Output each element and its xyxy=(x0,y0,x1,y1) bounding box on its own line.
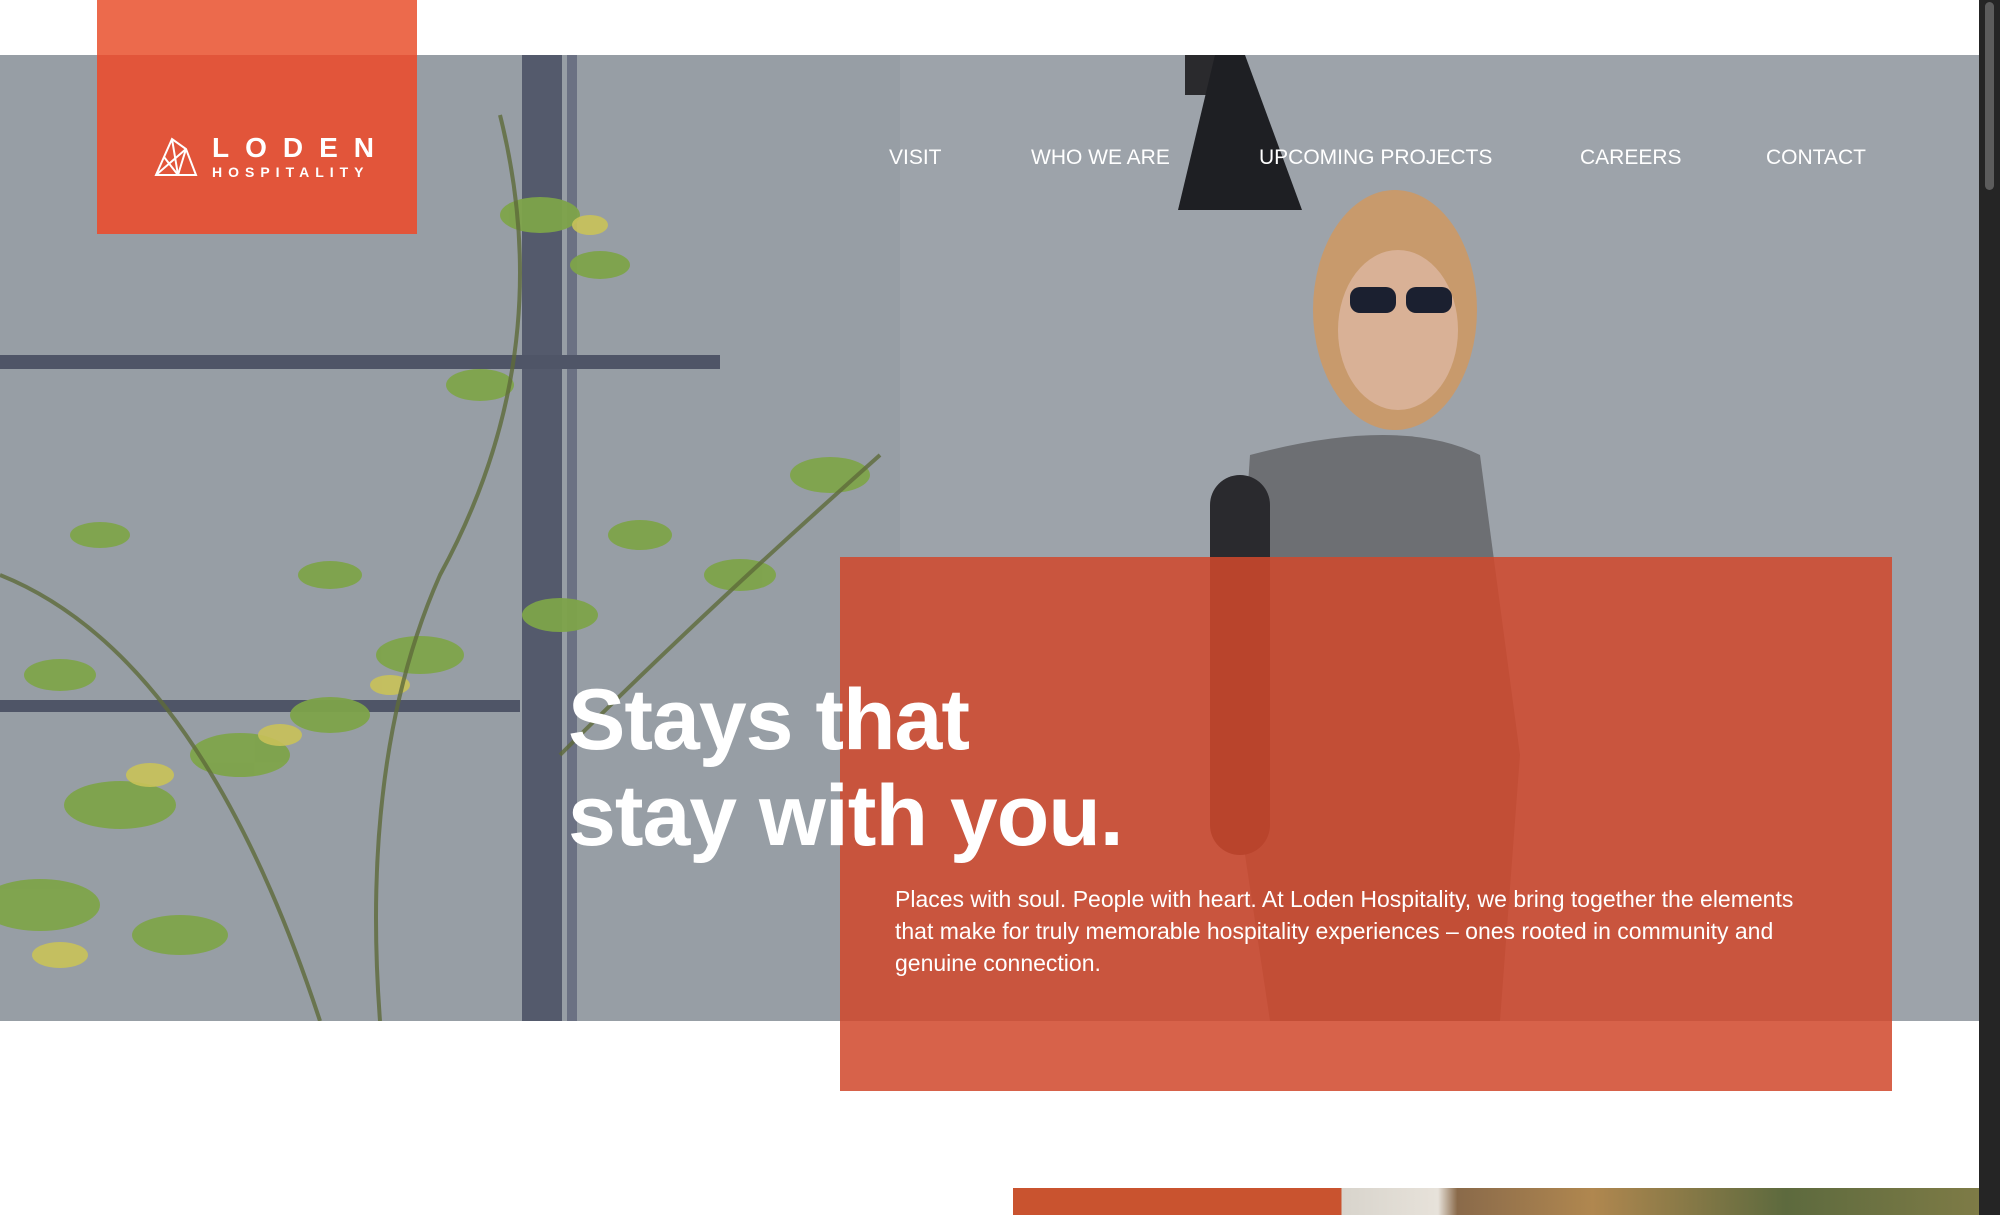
next-section-image xyxy=(1013,1188,1979,1215)
hero-body-text: Places with soul. People with heart. At … xyxy=(895,886,1794,976)
brand-name: LODEN xyxy=(212,132,390,163)
scrollbar[interactable] xyxy=(1979,0,2000,1215)
brand-tagline: HOSPITALITY xyxy=(212,164,370,180)
nav-careers[interactable]: CAREERS xyxy=(1580,146,1682,170)
hero-headline-line1: Stays that xyxy=(568,672,970,768)
hero-headline: Stays that stay with you. xyxy=(568,672,1124,864)
nav-upcoming-projects[interactable]: UPCOMING PROJECTS xyxy=(1259,146,1492,170)
nav-who-we-are[interactable]: WHO WE ARE xyxy=(1031,146,1170,170)
nav-contact[interactable]: CONTACT xyxy=(1766,146,1866,170)
logo-top-strip xyxy=(97,0,417,55)
scrollbar-thumb[interactable] xyxy=(1985,2,1994,190)
logo[interactable]: LODEN HOSPITALITY xyxy=(152,134,390,180)
nav-visit[interactable]: VISIT xyxy=(889,146,942,170)
logo-block[interactable]: LODEN HOSPITALITY xyxy=(97,0,417,234)
hero-headline-line2: stay with you. xyxy=(568,768,1124,864)
crystal-mountain-icon xyxy=(154,137,198,176)
